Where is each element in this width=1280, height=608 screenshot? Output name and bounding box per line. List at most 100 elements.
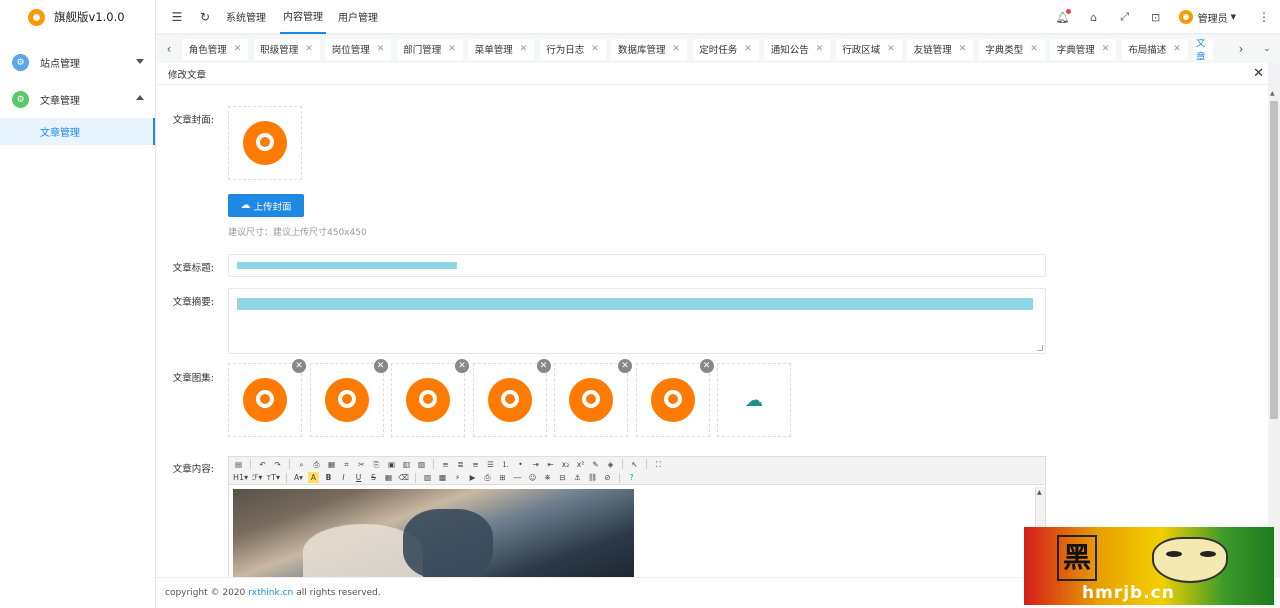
close-icon[interactable]: ✕ — [536, 359, 551, 373]
app-logo[interactable]: 旗舰版v1.0.0 — [0, 0, 155, 34]
refresh-icon[interactable]: ↻ — [196, 10, 214, 24]
close-icon[interactable]: ✕ — [887, 44, 895, 54]
cut-icon[interactable]: ✂ — [356, 459, 367, 470]
close-icon[interactable]: ✕ — [377, 44, 385, 54]
close-icon[interactable]: ✕ — [1253, 66, 1264, 81]
highlight-icon[interactable]: A — [308, 472, 319, 483]
template-icon[interactable]: ▦ — [326, 459, 337, 470]
copy-icon[interactable]: ⎘ — [371, 459, 382, 470]
align-left-icon[interactable]: ≡ — [440, 459, 451, 470]
attachment-icon[interactable]: ⎙ — [482, 472, 493, 483]
align-center-icon[interactable]: ≣ — [455, 459, 466, 470]
flash-icon[interactable]: ⚡ — [452, 472, 463, 483]
insert-table-icon[interactable]: ⊞ — [497, 472, 508, 483]
gallery-item[interactable]: ✕ — [635, 359, 714, 437]
close-icon[interactable]: ✕ — [672, 44, 680, 54]
unlink-icon[interactable]: ⊘ — [602, 472, 613, 483]
align-justify-icon[interactable]: ☰ — [485, 459, 496, 470]
tab-link[interactable]: 友链管理 ✕ — [907, 38, 973, 60]
close-icon[interactable]: ✕ — [959, 44, 967, 54]
scroll-up-icon[interactable]: ▲ — [1270, 90, 1275, 97]
sidebar-subitem-article-management[interactable]: 文章管理 — [0, 118, 155, 145]
ordered-list-icon[interactable]: ⒈ — [500, 459, 511, 470]
user-menu[interactable]: 管理员 ▼ — [1178, 10, 1236, 25]
gallery-item[interactable]: ✕ — [391, 359, 469, 437]
tab-article[interactable]: 文章 — [1193, 38, 1213, 60]
underline-icon[interactable]: U — [353, 472, 364, 483]
bell-icon[interactable]: 🔔︎ — [1055, 8, 1071, 24]
font-dropdown[interactable]: ℱ▾ — [252, 473, 262, 482]
align-right-icon[interactable]: ≡ — [470, 459, 481, 470]
fullscreen-icon[interactable]: ⤢ — [1117, 10, 1133, 24]
text-color-icon[interactable]: A▾ — [293, 472, 304, 483]
close-icon[interactable]: ✕ — [455, 359, 469, 373]
select-all-icon[interactable]: ◈ — [605, 459, 616, 470]
strikethrough-icon[interactable]: S — [368, 472, 379, 483]
tag-icon[interactable]: ⌂ — [1086, 11, 1102, 24]
fontsize-dropdown[interactable]: ᴛT▾ — [266, 473, 280, 482]
subscript-icon[interactable]: x₂ — [560, 459, 571, 470]
footer-link[interactable]: rxthink.cn — [248, 588, 293, 598]
outdent-icon[interactable]: ⇤ — [545, 459, 556, 470]
unordered-list-icon[interactable]: • — [515, 459, 526, 470]
hr-icon[interactable]: ― — [512, 472, 523, 483]
gallery-item[interactable]: ✕ — [554, 359, 632, 437]
close-icon[interactable]: ✕ — [699, 359, 714, 373]
tab-log[interactable]: 行为日志 ✕ — [539, 38, 606, 60]
close-icon[interactable]: ✕ — [520, 44, 528, 54]
code-icon[interactable]: ⌗ — [341, 459, 352, 470]
tab-menu[interactable]: 菜单管理 ✕ — [468, 38, 534, 60]
superscript-icon[interactable]: x² — [575, 459, 586, 470]
resize-handle[interactable] — [1037, 345, 1043, 351]
close-icon[interactable]: ✕ — [305, 44, 313, 54]
source-icon[interactable]: ▤ — [233, 459, 244, 470]
close-icon[interactable]: ✕ — [1102, 44, 1110, 54]
preview-icon[interactable]: ⌕ — [296, 459, 307, 470]
eraser-icon[interactable]: ⌫ — [398, 472, 409, 483]
close-icon[interactable]: ✕ — [618, 359, 632, 373]
gallery-item[interactable]: ✕ — [309, 359, 388, 437]
title-input[interactable] — [228, 254, 1046, 277]
nav-tab-system[interactable]: 系统管理 — [226, 0, 266, 34]
map-icon[interactable]: ⛯ — [542, 472, 553, 483]
print-icon[interactable]: ⎙ — [311, 459, 322, 470]
scrollbar-thumb[interactable] — [1270, 101, 1278, 419]
anchor-icon[interactable]: ⚓ — [572, 472, 583, 483]
close-icon[interactable]: ✕ — [816, 44, 824, 54]
close-icon[interactable]: ✕ — [234, 44, 242, 54]
close-icon[interactable]: ✕ — [448, 44, 456, 54]
tab-region[interactable]: 行政区域 ✕ — [835, 38, 902, 60]
help-icon[interactable]: ? — [626, 472, 637, 483]
tab-department[interactable]: 部门管理 ✕ — [396, 38, 463, 60]
emoticon-icon[interactable]: ☺ — [527, 472, 538, 483]
close-icon[interactable]: ✕ — [1173, 44, 1181, 54]
paste-text-icon[interactable]: ▥ — [401, 459, 412, 470]
indent-icon[interactable]: ⇥ — [530, 459, 541, 470]
summary-textarea[interactable] — [228, 288, 1046, 354]
link-icon[interactable]: ⛓ — [587, 472, 598, 483]
lock-icon[interactable]: ⊡ — [1148, 11, 1164, 24]
nav-tab-content[interactable]: 内容管理 — [280, 0, 326, 34]
fullscreen-icon[interactable]: ⛶ — [653, 459, 664, 470]
italic-icon[interactable]: I — [338, 472, 349, 483]
close-icon[interactable]: ✕ — [292, 359, 306, 373]
clear-format-icon[interactable]: ✎ — [590, 459, 601, 470]
tabs-prev-icon[interactable]: ‹ — [156, 35, 182, 63]
close-icon[interactable]: ✕ — [744, 44, 752, 54]
close-icon[interactable]: ✕ — [591, 44, 599, 54]
upload-cover-button[interactable]: ☁ 上传封面 — [228, 194, 304, 217]
sidebar-item-article-management[interactable]: ⚙ 文章管理 — [0, 81, 155, 118]
tab-position[interactable]: 岗位管理 ✕ — [325, 38, 391, 60]
image-icon[interactable]: ▨ — [422, 472, 433, 483]
table-icon[interactable]: ▦ — [383, 472, 394, 483]
gallery-item[interactable]: ✕ — [472, 359, 551, 437]
tab-database[interactable]: 数据库管理 ✕ — [611, 38, 687, 60]
paste-word-icon[interactable]: ▧ — [416, 459, 427, 470]
pagebreak-icon[interactable]: ⊟ — [557, 472, 568, 483]
redo-icon[interactable]: ↷ — [272, 459, 283, 470]
tab-layout[interactable]: 布局描述 ✕ — [1121, 38, 1188, 60]
sidebar-item-site-management[interactable]: ⚙ 站点管理 — [0, 44, 155, 81]
tabs-dropdown-icon[interactable]: ⌄ — [1254, 35, 1280, 63]
page-scrollbar[interactable]: ▲ — [1268, 87, 1280, 577]
tabs-next-icon[interactable]: › — [1228, 35, 1254, 63]
